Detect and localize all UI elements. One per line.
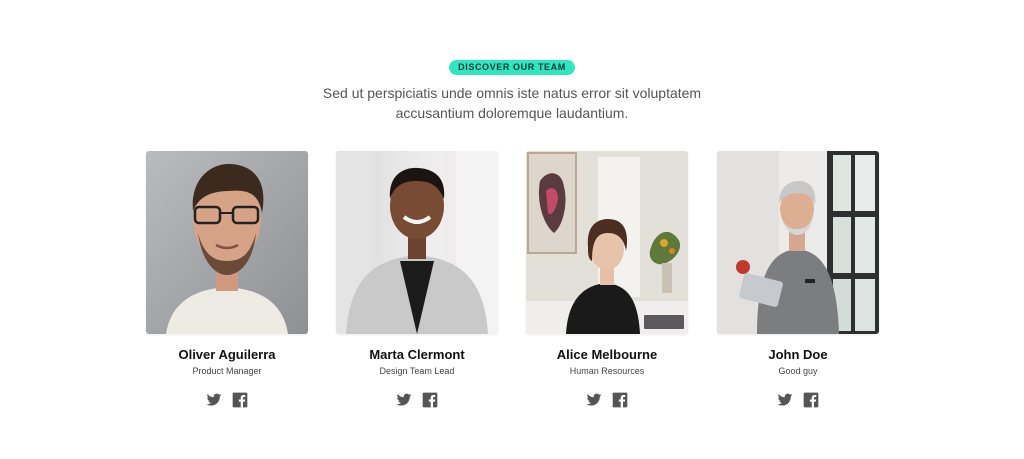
team-member-card: Marta Clermont Design Team Lead <box>336 151 498 408</box>
member-name: John Doe <box>768 347 828 362</box>
member-role: Product Manager <box>192 366 262 376</box>
team-grid: Oliver Aguilerra Product Manager Marta C… <box>146 151 879 421</box>
member-socials <box>717 391 879 408</box>
member-role: Good guy <box>778 366 818 376</box>
member-photo <box>146 151 308 334</box>
team-member-card: Oliver Aguilerra Product Manager <box>146 151 308 408</box>
member-socials <box>146 391 308 408</box>
team-member-card: John Doe Good guy <box>717 151 879 408</box>
member-name: Marta Clermont <box>369 347 465 362</box>
facebook-icon[interactable] <box>232 392 248 408</box>
member-role: Human Resources <box>569 366 645 376</box>
member-photo <box>526 151 688 334</box>
member-photo <box>336 151 498 334</box>
member-socials <box>336 391 498 408</box>
member-name: Alice Melbourne <box>556 347 658 362</box>
member-name: Oliver Aguilerra <box>178 347 276 362</box>
twitter-icon[interactable] <box>396 392 412 408</box>
member-socials <box>526 391 688 408</box>
facebook-icon[interactable] <box>612 392 628 408</box>
section-subtitle-wrap: Sed ut perspiciatis unde omnis iste natu… <box>0 84 1024 123</box>
member-role: Design Team Lead <box>379 366 455 376</box>
team-section: DISCOVER OUR TEAM Sed ut perspiciatis un… <box>0 0 1024 459</box>
twitter-icon[interactable] <box>777 392 793 408</box>
badge-wrap: DISCOVER OUR TEAM <box>0 57 1024 75</box>
facebook-icon[interactable] <box>422 392 438 408</box>
section-badge: DISCOVER OUR TEAM <box>449 60 575 75</box>
twitter-icon[interactable] <box>586 392 602 408</box>
member-photo <box>717 151 879 334</box>
twitter-icon[interactable] <box>206 392 222 408</box>
facebook-icon[interactable] <box>803 392 819 408</box>
section-subtitle: Sed ut perspiciatis unde omnis iste natu… <box>322 85 702 121</box>
team-member-card: Alice Melbourne Human Resources <box>526 151 688 408</box>
